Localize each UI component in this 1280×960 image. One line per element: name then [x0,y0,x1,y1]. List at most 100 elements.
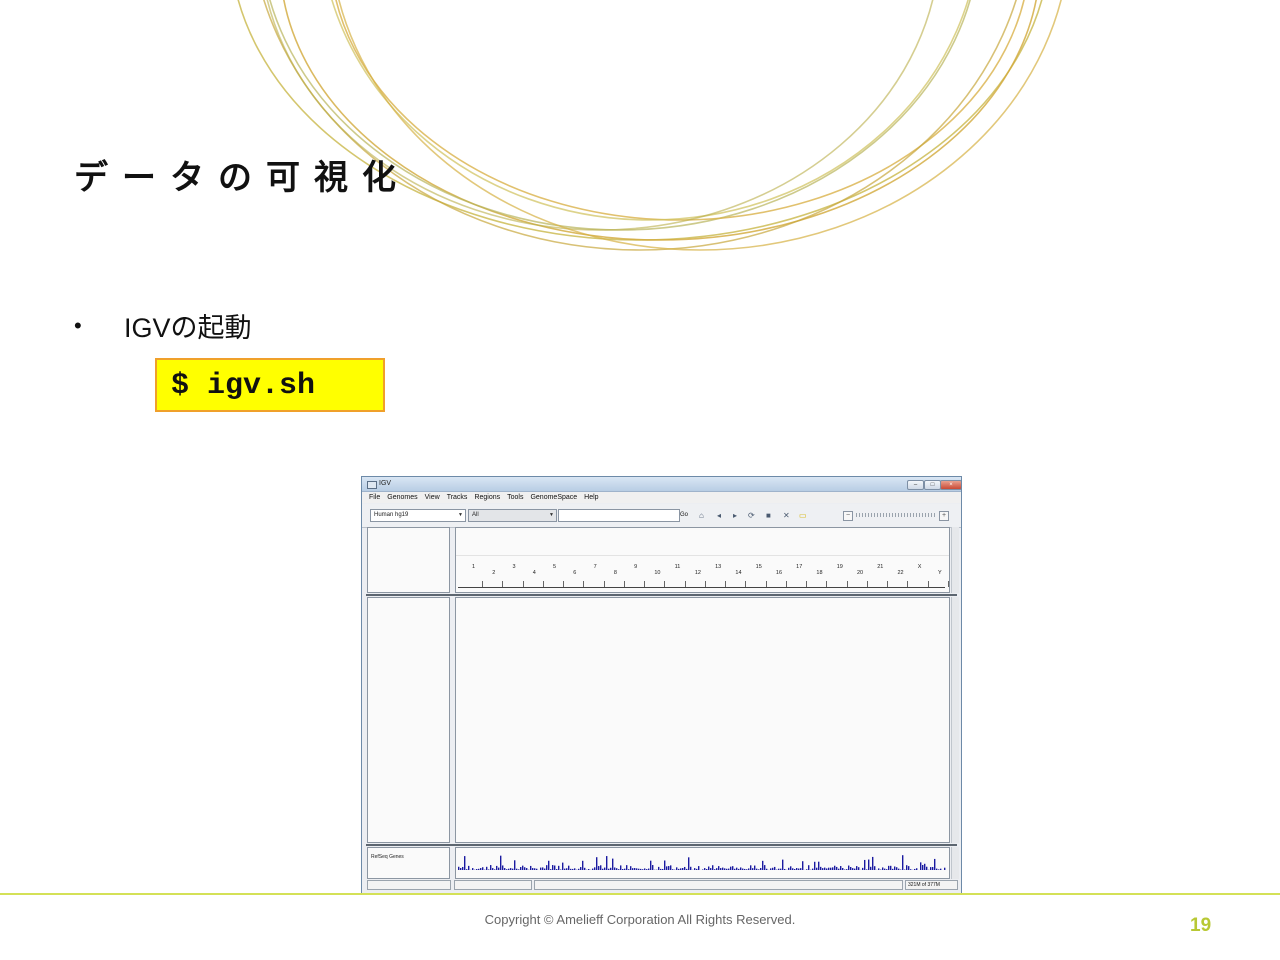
data-scrollbar[interactable] [951,597,959,843]
chromosome-label[interactable]: 14 [735,570,741,576]
chromosome-label[interactable]: 20 [857,570,863,576]
gene-density-bar [838,868,840,870]
region-icon[interactable]: ■ [766,511,771,520]
gene-density-bar [468,865,470,870]
chromosome-label[interactable]: 16 [776,570,782,576]
chevron-down-icon: ▼ [458,512,463,518]
forward-icon[interactable]: ▸ [733,511,737,520]
gene-density-bar [570,868,572,870]
close-button[interactable]: × [940,480,961,490]
popup-info-icon[interactable]: ▭ [799,511,807,520]
menu-tracks[interactable]: Tracks [447,492,468,503]
copyright: Copyright © Amelieff Corporation All Rig… [484,912,796,927]
chromosome-label[interactable]: 22 [897,570,903,576]
gene-density-bar [582,860,584,870]
chromosome-label[interactable]: 12 [695,570,701,576]
chromosome-label[interactable]: 2 [492,570,495,576]
gene-density-bar [866,869,868,870]
home-icon[interactable]: ⌂ [699,511,704,520]
gene-density-bar [480,868,482,870]
gene-density-bar [518,869,520,870]
chromosome-label[interactable]: 18 [816,570,822,576]
chromosome-label[interactable]: X [918,564,922,570]
status-message [534,880,903,890]
locus-input[interactable] [558,509,680,522]
menu-genomespace[interactable]: GenomeSpace [530,492,577,503]
chevron-down-icon: ▼ [549,512,554,518]
gene-density-bar [736,867,738,870]
gene-density-bar [506,869,508,870]
chromosome-label[interactable]: 7 [594,564,597,570]
gene-density-bar [540,867,542,870]
gene-density-bar [486,866,488,870]
refresh-icon[interactable]: ⟳ [748,511,755,520]
chromosome-label[interactable]: 13 [715,564,721,570]
chromosome-label[interactable]: 6 [573,570,576,576]
gene-density-bar [686,868,688,870]
gene-density-bar [778,868,780,870]
panel-divider[interactable] [366,594,957,596]
gene-density-bar [862,867,864,870]
chromosome-label[interactable]: 4 [533,570,536,576]
gene-density-bar [706,869,708,870]
menu-tools[interactable]: Tools [507,492,523,503]
gene-density-bar [822,868,824,870]
gene-density-bar [920,862,922,870]
feature-panel [455,847,950,879]
chromosome-label[interactable]: 1 [472,564,475,570]
chromosome-label[interactable]: 8 [614,570,617,576]
gene-density-bar [854,868,856,870]
gene-density-bar [868,859,870,870]
chromosome-tick [948,581,949,587]
gene-density-bar [812,868,814,870]
header-scrollbar[interactable] [951,527,959,593]
gene-density-bar [572,868,574,870]
bullet-text: IGVの起動 [124,313,252,343]
gene-density-bar [510,868,512,870]
minimize-button[interactable]: – [907,480,924,490]
gene-density-bar [718,866,720,870]
track-name[interactable]: RefSeq Genes [371,854,404,860]
chromosome-label[interactable]: Y [938,570,942,576]
panel-divider[interactable] [366,844,957,846]
gene-density-bar [936,868,938,870]
gene-density-bar [732,866,734,870]
chromosome-label[interactable]: 5 [553,564,556,570]
gene-density-bar [636,868,638,870]
gene-density-bar [774,866,776,870]
chromosome-label[interactable]: 15 [756,564,762,570]
maximize-button[interactable]: □ [924,480,941,490]
resize-icon[interactable]: ✕ [783,511,790,520]
gene-density-bar [670,865,672,870]
chromosome-label[interactable]: 10 [654,570,660,576]
zoom-out-icon[interactable]: − [843,511,853,521]
menu-regions[interactable]: Regions [474,492,500,503]
menu-view[interactable]: View [425,492,440,503]
gene-density-bar [916,868,918,870]
menu-file[interactable]: File [369,492,380,503]
go-button[interactable]: Go [680,512,688,518]
chromosome-label[interactable]: 19 [837,564,843,570]
gene-density-bar [610,867,612,870]
chromosome-label[interactable]: 11 [675,564,681,570]
chromosome-label[interactable]: 17 [796,564,802,570]
feature-scrollbar[interactable] [951,847,959,879]
gene-density-bar [612,858,614,870]
gene-density-bar [680,868,682,870]
zoom-slider[interactable]: − + [843,511,950,521]
back-icon[interactable]: ◂ [717,511,721,520]
chromosome-label[interactable]: 21 [877,564,883,570]
gene-density-bar [782,859,784,870]
menu-help[interactable]: Help [584,492,598,503]
chromosome-select[interactable]: All ▼ [468,509,557,522]
gene-density-bar [802,861,804,870]
genome-select[interactable]: Human hg19 ▼ [370,509,466,522]
chromosome-label[interactable]: 3 [513,564,516,570]
gene-density-bar [584,867,586,870]
chromosome-label[interactable]: 9 [634,564,637,570]
gene-density-bar [648,868,650,870]
gene-density-bar [874,866,876,870]
gene-density-bar [934,858,936,870]
zoom-in-icon[interactable]: + [939,511,949,521]
menu-genomes[interactable]: Genomes [387,492,417,503]
